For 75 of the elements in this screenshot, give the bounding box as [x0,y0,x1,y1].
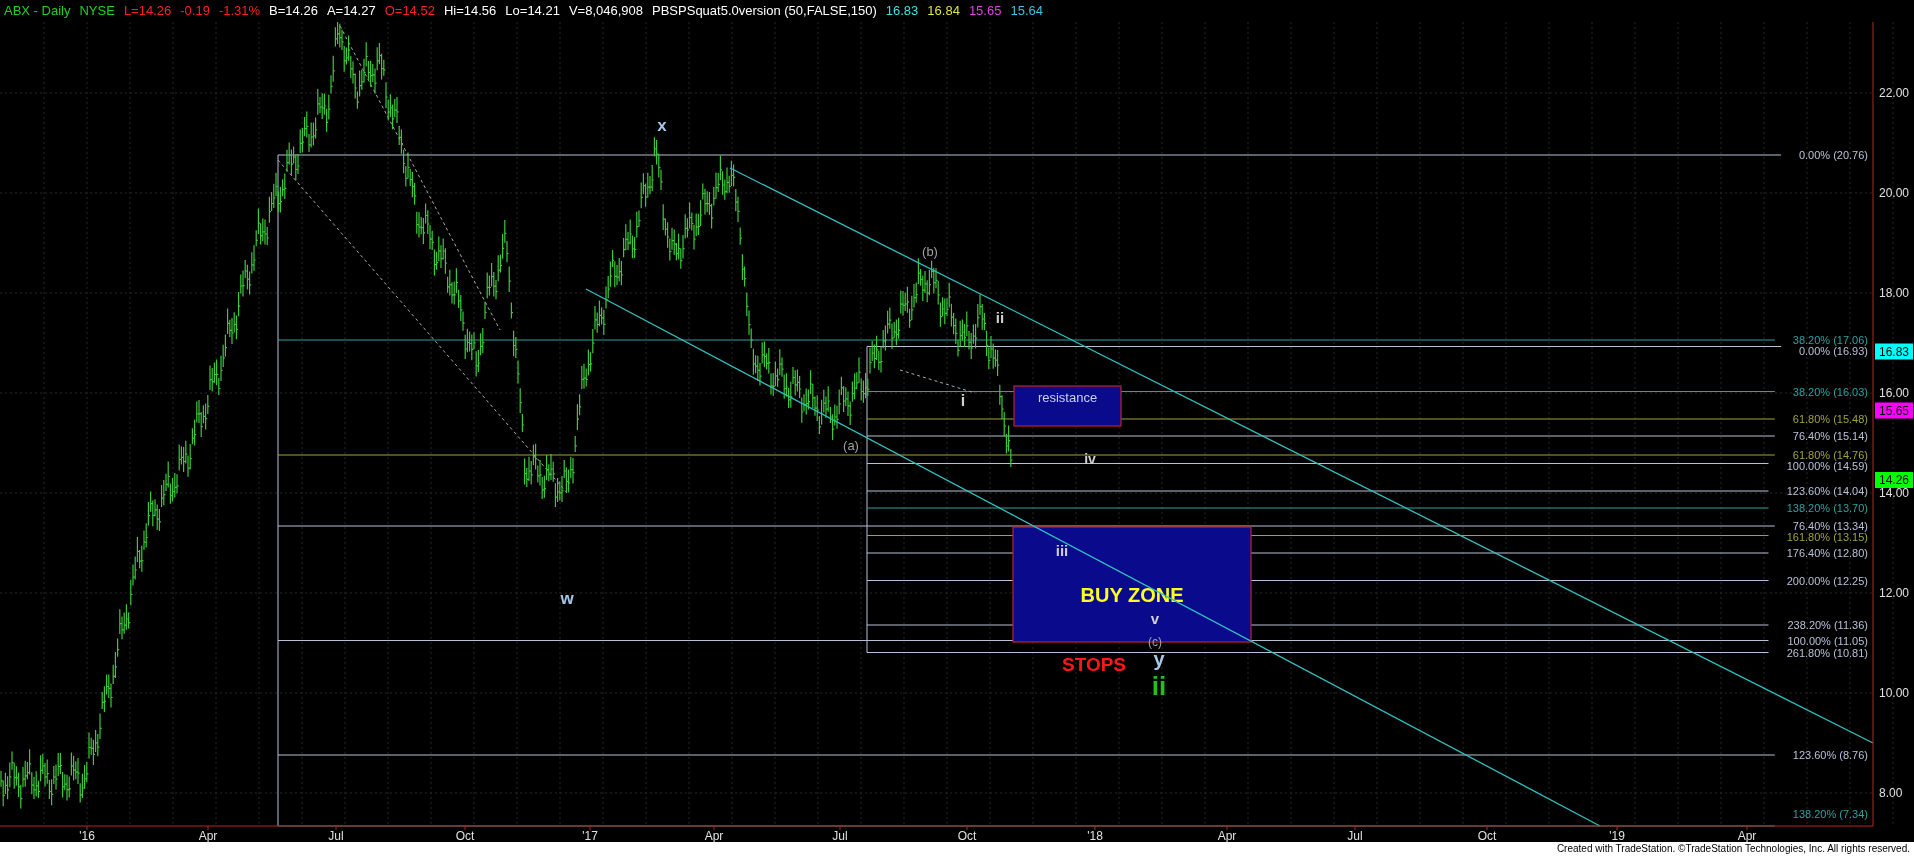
fib-level-label: 0.00% (20.76) [1798,149,1868,161]
price-axis-label: 16.00 [1879,386,1910,400]
header-value: Hi=14.56 [443,2,497,21]
time-axis-label: '19 [1609,829,1625,842]
fib-level-label: 261.80% (10.81) [1786,646,1868,659]
time-axis-label: Apr [1217,829,1237,842]
fib-level-label: 238.20% (11.36) [1787,619,1868,631]
fib-level-label: 38.20% (17.06) [1792,334,1868,346]
time-axis-label: Jul [1347,829,1363,842]
time-axis-label: '17 [582,829,598,842]
wave-label: (c) [1148,635,1162,649]
header-value: -1.31% [218,2,261,21]
price-axis-label: 18.00 [1879,286,1910,300]
fib-level-label: 61.80% (15.48) [1792,413,1868,425]
stops-label: STOPS [1061,654,1127,675]
header-value: O=14.52 [384,2,435,21]
price-axis-label: 14.00 [1879,486,1910,500]
price-axis-label: 22.00 [1879,86,1910,100]
fib-level-label: 138.20% (7.34) [1792,808,1868,820]
time-axis-label: '18 [1087,829,1103,842]
header-value: 15.64 [1010,2,1043,21]
fib-level-label: 200.00% (12.25) [1786,574,1868,587]
header-value: B=14.26 [269,2,318,21]
time-axis-label: Oct [1477,829,1497,842]
price-marker: 15.65 [1875,402,1913,419]
time-axis-label: Apr [198,829,218,842]
price-marker: 16.83 [1875,343,1913,360]
time-axis-label: Oct [455,829,475,842]
fib-level-label: 0.00% (16.93) [1798,345,1868,357]
fib-level-label: 100.00% (14.59) [1786,460,1868,472]
fib-level-label: 138.20% (13.70) [1786,502,1868,514]
fib-level-label: 123.60% (8.76) [1792,749,1868,761]
time-axis-label: '16 [79,829,95,842]
price-axis-label: 10.00 [1879,686,1910,700]
fib-level-label: 123.60% (14.04) [1786,485,1868,497]
header-value: PBSPSquat5.0version (50,FALSE,150) [652,2,877,21]
footer-credit: Created with TradeStation. ©TradeStation Technologies, Inc. All rights reserved. [1556,844,1910,854]
wave-label: i [960,392,966,409]
wave-label: (a) [843,438,859,453]
fib-level-label: 100.00% (11.05) [1787,634,1868,647]
zone-label: resistance [1037,390,1098,405]
fib-level-label: 76.40% (13.34) [1792,520,1868,532]
wave-label: iv [1084,451,1096,467]
header-value: V=8,046,908 [568,2,644,21]
header-value: L=14.26 [123,2,172,21]
time-axis-label: Jul [832,829,848,842]
time-axis-label: Jul [328,829,344,842]
wave-label: y [1153,648,1165,670]
time-axis-label: Apr [1737,829,1757,842]
fib-level-label: 176.40% (12.80) [1786,547,1868,559]
wave-label: v [1150,610,1160,627]
fib-level-label: 61.80% (14.76) [1792,449,1868,461]
header-value: A=14.27 [326,2,376,21]
header-value: 15.65 [968,2,1002,21]
fib-level-label: 38.20% (16.03) [1792,385,1868,398]
wave-label: (b) [922,244,938,259]
fib-level-label: 161.80% (13.15) [1786,531,1868,543]
price-axis-label: 8.00 [1879,786,1903,800]
header-value: ABX - Daily [4,2,71,21]
wave-label: ii [1151,671,1167,701]
header-value: 16.83 [885,2,919,21]
wave-label: w [560,589,574,608]
price-axis-label: 12.00 [1879,586,1910,600]
time-axis-label: Oct [957,829,977,842]
header-value: Lo=14.21 [505,2,560,21]
price-marker: 14.26 [1875,472,1913,488]
header-value: -0.19 [180,2,210,21]
wave-label: ii [995,309,1005,326]
price-axis-label: 20.00 [1879,186,1910,200]
fib-level-label: 76.40% (15.14) [1792,430,1868,442]
time-axis-label: Apr [704,829,724,842]
wave-label: x [657,116,667,135]
header-value: NYSE [79,2,115,21]
header-value: 16.84 [927,2,960,21]
wave-label: iii [1055,542,1069,559]
